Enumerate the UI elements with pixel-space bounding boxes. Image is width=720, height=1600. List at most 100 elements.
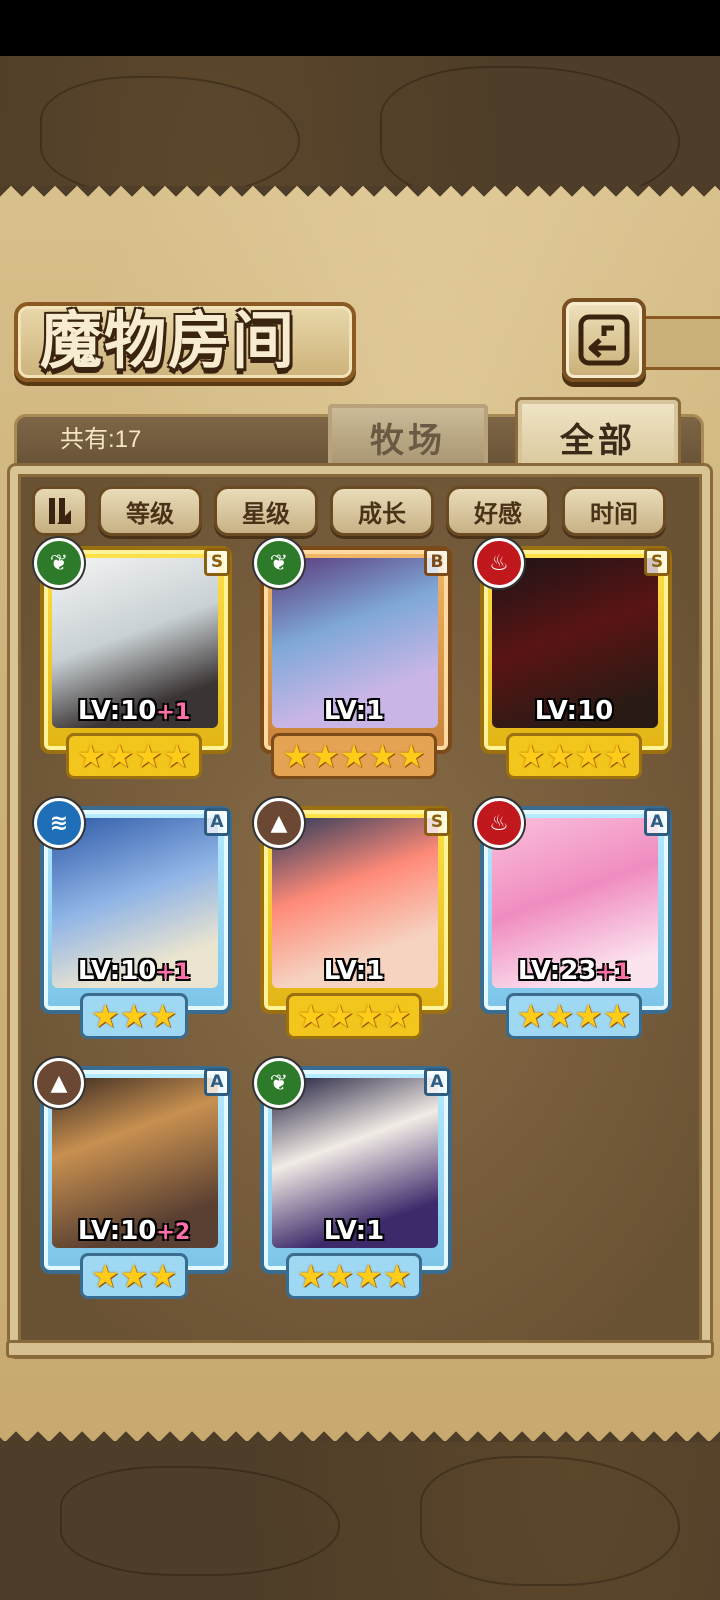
star-icon: ★ xyxy=(148,997,178,1035)
level-bonus: +1 xyxy=(156,700,191,725)
page-title: 魔物房间 xyxy=(40,304,297,377)
level-value: LV:10 xyxy=(77,1216,157,1246)
star-tray: ★ ★ ★ ★ ★ xyxy=(271,733,437,779)
sort-by-growth-button[interactable]: 成长 xyxy=(330,486,434,536)
back-button[interactable] xyxy=(562,298,646,382)
star-icon: ★ xyxy=(325,1257,354,1295)
star-icon: ★ xyxy=(368,737,398,775)
rank-badge: A xyxy=(644,808,670,836)
water-element-icon: ≋ xyxy=(34,798,84,848)
rank-badge: S xyxy=(644,548,670,576)
star-rating: ★ ★ ★ ★ xyxy=(254,1253,454,1299)
level-value: LV:10 xyxy=(534,696,614,726)
monster-card[interactable]: ❦ S LV:10+1 ★ ★ ★ ★ xyxy=(34,538,234,779)
star-icon: ★ xyxy=(602,737,632,775)
level-label: LV:10+1 xyxy=(34,696,234,726)
star-icon: ★ xyxy=(339,737,369,775)
star-icon: ★ xyxy=(354,997,383,1035)
sort-order-toggle[interactable] xyxy=(32,486,88,536)
nature-element-icon: ❦ xyxy=(34,538,84,588)
star-rating: ★ ★ ★ ★ xyxy=(474,733,674,779)
level-bonus: +1 xyxy=(596,960,631,985)
star-icon: ★ xyxy=(382,1257,412,1295)
star-icon: ★ xyxy=(325,997,354,1035)
monster-card[interactable]: ≋ A LV:10+1 ★ ★ ★ xyxy=(34,798,234,1039)
star-icon: ★ xyxy=(148,1257,178,1295)
star-tray: ★ ★ ★ ★ xyxy=(505,733,643,779)
star-icon: ★ xyxy=(134,737,163,775)
star-icon: ★ xyxy=(574,997,603,1035)
sort-by-time-button[interactable]: 时间 xyxy=(562,486,666,536)
star-tray: ★ ★ ★ ★ xyxy=(505,993,643,1039)
level-value: LV:1 xyxy=(323,1216,385,1246)
rank-badge: B xyxy=(424,548,450,576)
zigzag-border-bottom xyxy=(0,1420,720,1442)
star-icon: ★ xyxy=(516,737,546,775)
monster-card[interactable]: ♨ A LV:23+1 ★ ★ ★ ★ xyxy=(474,798,674,1039)
star-tray: ★ ★ ★ xyxy=(79,1253,189,1299)
earth-element-icon: ▲ xyxy=(254,798,304,848)
star-tray: ★ ★ ★ xyxy=(79,993,189,1039)
star-icon: ★ xyxy=(516,997,546,1035)
panel-bottom-rail xyxy=(6,1340,714,1358)
sort-by-level-button[interactable]: 等级 xyxy=(98,486,202,536)
monster-card[interactable]: ♨ S LV:10 ★ ★ ★ ★ xyxy=(474,538,674,779)
star-icon: ★ xyxy=(296,1257,326,1295)
level-value: LV:1 xyxy=(323,956,385,986)
star-icon: ★ xyxy=(296,997,326,1035)
fire-element-icon: ♨ xyxy=(474,798,524,848)
star-icon: ★ xyxy=(382,997,412,1035)
earth-element-icon: ▲ xyxy=(34,1058,84,1108)
level-value: LV:10 xyxy=(77,956,157,986)
star-icon: ★ xyxy=(397,737,426,775)
rank-badge: A xyxy=(424,1068,450,1096)
fire-element-icon: ♨ xyxy=(474,538,524,588)
star-rating: ★ ★ ★ ★ ★ xyxy=(254,733,454,779)
level-bonus: +2 xyxy=(156,1220,191,1245)
monster-count: 共有:17 xyxy=(60,426,142,453)
monster-card[interactable]: ▲ A LV:10+2 ★ ★ ★ xyxy=(34,1058,234,1299)
monster-card[interactable]: ▲ S LV:1 ★ ★ ★ ★ xyxy=(254,798,454,1039)
nature-element-icon: ❦ xyxy=(254,538,304,588)
level-label: LV:1 xyxy=(254,1216,454,1246)
monster-card[interactable]: ❦ A LV:1 ★ ★ ★ ★ xyxy=(254,1058,454,1299)
rank-badge: A xyxy=(204,808,230,836)
level-label: LV:10 xyxy=(474,696,674,726)
level-value: LV:23 xyxy=(517,956,597,986)
return-arrow-icon xyxy=(578,314,630,366)
rank-badge: S xyxy=(424,808,450,836)
status-bar xyxy=(0,0,720,56)
star-icon: ★ xyxy=(602,997,632,1035)
level-label: LV:1 xyxy=(254,956,454,986)
star-rating: ★ ★ ★ xyxy=(34,993,234,1039)
level-value: LV:1 xyxy=(323,696,385,726)
star-icon: ★ xyxy=(105,737,134,775)
nature-element-icon: ❦ xyxy=(254,1058,304,1108)
level-bonus: +1 xyxy=(156,960,191,985)
level-label: LV:10+2 xyxy=(34,1216,234,1246)
star-icon: ★ xyxy=(545,997,574,1035)
star-icon: ★ xyxy=(310,737,340,775)
star-icon: ★ xyxy=(574,737,603,775)
star-rating: ★ ★ ★ ★ xyxy=(34,733,234,779)
level-label: LV:1 xyxy=(254,696,454,726)
sort-by-star-button[interactable]: 星级 xyxy=(214,486,318,536)
tab-ranch[interactable]: 牧场 xyxy=(328,404,488,470)
star-tray: ★ ★ ★ ★ xyxy=(65,733,203,779)
star-icon: ★ xyxy=(76,737,106,775)
star-icon: ★ xyxy=(119,997,149,1035)
rank-badge: A xyxy=(204,1068,230,1096)
star-rating: ★ ★ ★ ★ xyxy=(254,993,454,1039)
tab-all[interactable]: 全部 xyxy=(518,400,678,474)
star-icon: ★ xyxy=(545,737,574,775)
zigzag-border-top xyxy=(0,186,720,208)
star-rating: ★ ★ ★ xyxy=(34,1253,234,1299)
star-icon: ★ xyxy=(119,1257,149,1295)
star-icon: ★ xyxy=(90,1257,120,1295)
star-icon: ★ xyxy=(90,997,120,1035)
sort-by-affection-button[interactable]: 好感 xyxy=(446,486,550,536)
monster-card[interactable]: ❦ B LV:1 ★ ★ ★ ★ ★ xyxy=(254,538,454,779)
star-rating: ★ ★ ★ ★ xyxy=(474,993,674,1039)
level-label: LV:10+1 xyxy=(34,956,234,986)
star-tray: ★ ★ ★ ★ xyxy=(285,993,423,1039)
